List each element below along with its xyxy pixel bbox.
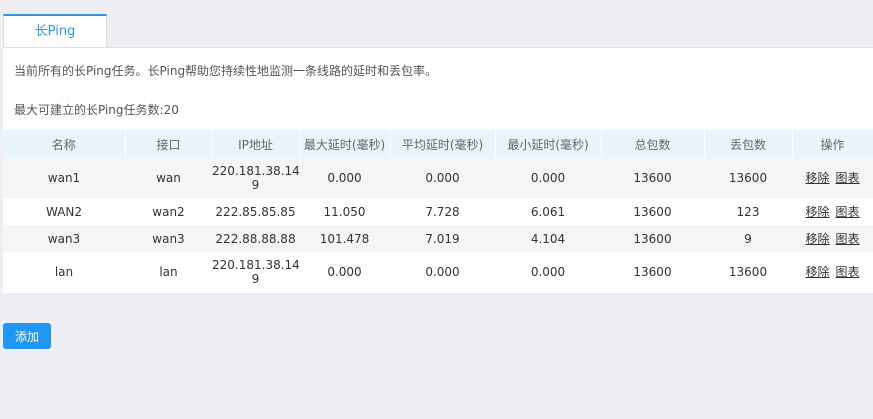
chart-link[interactable]: 图表 <box>836 205 860 219</box>
remove-link[interactable]: 移除 <box>805 171 829 185</box>
cell-max-latency: 0.000 <box>299 158 390 198</box>
cell-ip: 220.181.38.14 9 <box>212 258 300 286</box>
cell-actions: 移除 图表 <box>792 158 873 198</box>
cell-lost-packets: 9 <box>704 225 792 252</box>
cell-interface: wan <box>125 158 212 198</box>
remove-link[interactable]: 移除 <box>805 205 829 219</box>
cell-ip: 222.85.85.85 <box>215 204 296 219</box>
table-row: lan lan 220.181.38.14 9 0.000 0.000 0.000… <box>3 252 873 292</box>
cell-actions: 移除 图表 <box>792 225 873 252</box>
cell-ip: 220.181.38.14 9 <box>212 158 300 198</box>
table-row: wan1 wan 220.181.38.14 9 0.000 0.000 0.00… <box>3 158 873 198</box>
cell-total-packets: 13600 <box>633 265 672 279</box>
cell-actions: 移除 图表 <box>792 198 873 225</box>
cell-interface: wan2 <box>152 204 185 219</box>
cell-min-latency: 4.104 <box>495 225 601 252</box>
cell-total-packets: 13600 <box>601 158 704 198</box>
header-avg-latency: 平均延时(毫秒) <box>390 130 496 158</box>
cell-min-latency: 6.061 <box>530 204 566 219</box>
header-interface: 接口 <box>125 130 213 158</box>
chart-link[interactable]: 图表 <box>836 265 860 279</box>
cell-total-packets: 13600 <box>601 225 704 252</box>
description-text: 当前所有的长Ping任务。长Ping帮助您持续性地监测一条线路的延时和丢包率。 <box>14 64 438 78</box>
header-lost-packets: 丢包数 <box>704 130 793 158</box>
task-limit-text: 最大可建立的长Ping任务数:20 <box>14 103 179 117</box>
table-header-row: 名称 接口 IP地址 最大延时(毫秒) 平均延时(毫秒) 最小延时(毫秒) 总包… <box>3 130 873 158</box>
tab-long-ping[interactable]: 长Ping <box>3 14 107 48</box>
cell-max-latency: 11.050 <box>323 204 366 219</box>
cell-lost-packets: 123 <box>736 204 760 219</box>
cell-ip: 222.88.88.88 <box>212 225 299 252</box>
cell-avg-latency: 0.000 <box>390 158 495 198</box>
cell-lost-packets: 13600 <box>728 265 768 279</box>
header-ip: IP地址 <box>212 130 300 158</box>
cell-actions: 移除 图表 <box>792 252 873 292</box>
cell-name: wan3 <box>3 225 125 252</box>
remove-link[interactable]: 移除 <box>805 265 829 279</box>
cell-name: WAN2 <box>45 204 83 219</box>
content-panel: 当前所有的长Ping任务。长Ping帮助您持续性地监测一条线路的延时和丢包率。 … <box>3 47 873 293</box>
add-button[interactable]: 添加 <box>3 323 51 349</box>
header-name: 名称 <box>3 130 126 158</box>
remove-link[interactable]: 移除 <box>805 232 829 246</box>
cell-interface: lan <box>159 265 178 279</box>
cell-avg-latency: 7.728 <box>425 204 460 219</box>
cell-max-latency: 101.478 <box>299 225 390 252</box>
header-total-packets: 总包数 <box>601 130 705 158</box>
cell-total-packets: 13600 <box>633 204 672 219</box>
cell-interface: wan3 <box>125 225 212 252</box>
cell-name: lan <box>54 265 74 279</box>
cell-lost-packets: 13600 <box>704 158 792 198</box>
cell-max-latency: 0.000 <box>327 265 362 279</box>
cell-avg-latency: 7.019 <box>390 225 495 252</box>
cell-min-latency: 0.000 <box>495 158 601 198</box>
chart-link[interactable]: 图表 <box>836 232 860 246</box>
header-max-latency: 最大延时(毫秒) <box>299 130 391 158</box>
header-actions: 操作 <box>792 130 873 158</box>
cell-min-latency: 0.000 <box>530 265 566 279</box>
tab-bar: 长Ping <box>0 0 873 48</box>
chart-link[interactable]: 图表 <box>836 171 860 185</box>
table-row: WAN2 wan2 222.85.85.85 11.050 7.728 6.06… <box>3 198 873 225</box>
header-min-latency: 最小延时(毫秒) <box>495 130 602 158</box>
ping-task-table: 名称 接口 IP地址 最大延时(毫秒) 平均延时(毫秒) 最小延时(毫秒) 总包… <box>3 130 873 292</box>
table-row: wan3 wan3 222.88.88.88 101.478 7.019 4.1… <box>3 225 873 252</box>
cell-avg-latency: 0.000 <box>425 265 460 279</box>
cell-name: wan1 <box>3 158 125 198</box>
